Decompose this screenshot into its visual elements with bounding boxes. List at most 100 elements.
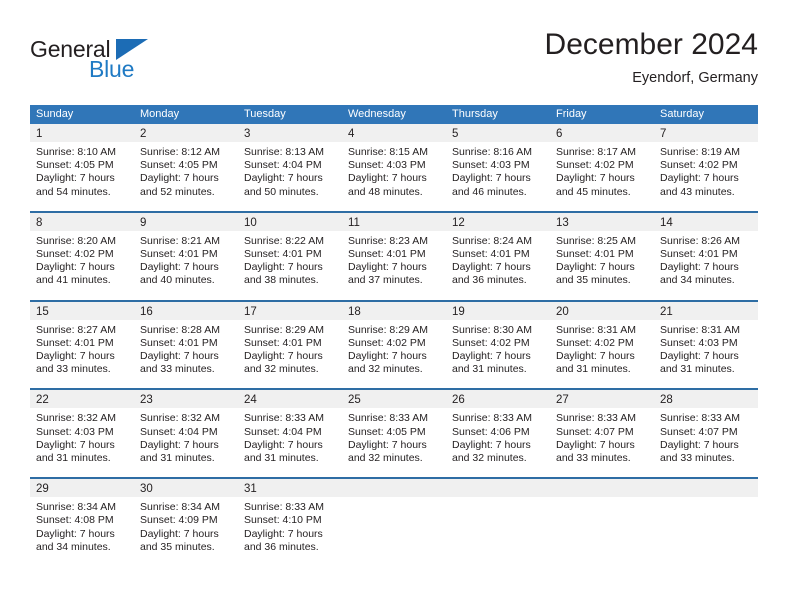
day-cell[interactable]: 5 Sunrise: 8:16 AM Sunset: 4:03 PM Dayli… [446,124,550,199]
day-number: 8 [36,216,43,229]
daylight-text-line2: and 36 minutes. [244,540,319,553]
day-number-band: 31 [238,479,342,498]
daylight-text-line1: Daylight: 7 hours [36,172,115,185]
sunset-text: Sunset: 4:01 PM [244,248,322,261]
daylight-text-line2: and 45 minutes. [556,185,631,198]
day-cell[interactable]: 13 Sunrise: 8:25 AM Sunset: 4:01 PM Dayl… [550,212,654,288]
day-cell[interactable]: 25 Sunrise: 8:33 AM Sunset: 4:05 PM Dayl… [342,390,446,465]
weekday-header-thursday: Thursday [452,108,498,120]
day-number: 18 [348,305,361,318]
day-details: Sunrise: 8:16 AM Sunset: 4:03 PM Dayligh… [446,142,550,199]
sunset-text: Sunset: 4:03 PM [348,159,426,172]
sunset-text: Sunset: 4:04 PM [244,159,322,172]
daylight-text-line1: Daylight: 7 hours [36,261,115,274]
daylight-text-line1: Daylight: 7 hours [556,261,635,274]
sunset-text: Sunset: 4:02 PM [348,336,426,349]
daylight-text-line2: and 34 minutes. [660,274,735,287]
sunrise-text: Sunrise: 8:10 AM [36,146,116,158]
daylight-text-line1: Daylight: 7 hours [244,350,323,363]
day-number-band: 4 [342,124,446,142]
day-cell[interactable]: 31 Sunrise: 8:33 AM Sunset: 4:10 PM Dayl… [238,479,342,554]
daylight-text-line1: Daylight: 7 hours [244,438,323,451]
sunrise-text: Sunrise: 8:33 AM [244,501,324,514]
daylight-text-line2: and 52 minutes. [140,185,215,198]
page-header: General Blue December 2024 Eyendorf, Ger… [30,28,758,100]
day-cell[interactable]: 27 Sunrise: 8:33 AM Sunset: 4:07 PM Dayl… [550,390,654,465]
day-number-band: 14 [654,212,758,231]
day-cell[interactable]: 12 Sunrise: 8:24 AM Sunset: 4:01 PM Dayl… [446,212,550,288]
weekday-header-friday: Friday [556,108,587,120]
day-cell[interactable]: 4 Sunrise: 8:15 AM Sunset: 4:03 PM Dayli… [342,124,446,199]
day-cell[interactable]: 24 Sunrise: 8:33 AM Sunset: 4:04 PM Dayl… [238,390,342,465]
day-number-band: 11 [342,212,446,231]
day-cell[interactable]: 18 Sunrise: 8:29 AM Sunset: 4:02 PM Dayl… [342,301,446,377]
day-number: 5 [452,128,459,140]
daylight-text-line1: Daylight: 7 hours [140,261,219,274]
general-blue-logo[interactable]: General Blue [30,36,250,88]
sunrise-text: Sunrise: 8:31 AM [556,323,636,336]
day-cell[interactable]: 9 Sunrise: 8:21 AM Sunset: 4:01 PM Dayli… [134,212,238,288]
day-number-band: 2 [134,124,238,142]
day-cell[interactable]: 7 Sunrise: 8:19 AM Sunset: 4:02 PM Dayli… [654,124,758,199]
sunset-text: Sunset: 4:03 PM [36,425,114,438]
day-number: 9 [140,216,147,229]
day-cell[interactable]: 11 Sunrise: 8:23 AM Sunset: 4:01 PM Dayl… [342,212,446,288]
daylight-text-line2: and 37 minutes. [348,274,423,287]
day-cell[interactable]: 30 Sunrise: 8:34 AM Sunset: 4:09 PM Dayl… [134,479,238,554]
sunset-text: Sunset: 4:02 PM [660,159,738,172]
week-row: 1 Sunrise: 8:10 AM Sunset: 4:05 PM Dayli… [30,124,758,199]
day-cell[interactable]: 2 Sunrise: 8:12 AM Sunset: 4:05 PM Dayli… [134,124,238,199]
day-number: 31 [244,483,257,496]
day-cell[interactable]: 22 Sunrise: 8:32 AM Sunset: 4:03 PM Dayl… [30,390,134,465]
day-cell[interactable]: 21 Sunrise: 8:31 AM Sunset: 4:03 PM Dayl… [654,301,758,377]
page-subtitle-location: Eyendorf, Germany [632,70,758,86]
day-number-band: 16 [134,301,238,320]
day-cell[interactable]: 6 Sunrise: 8:17 AM Sunset: 4:02 PM Dayli… [550,124,654,199]
day-number-band: 6 [550,124,654,142]
daylight-text-line1: Daylight: 7 hours [660,350,739,363]
day-details: Sunrise: 8:24 AM Sunset: 4:01 PM Dayligh… [446,231,550,288]
day-cell[interactable]: 15 Sunrise: 8:27 AM Sunset: 4:01 PM Dayl… [30,301,134,377]
day-cell[interactable]: 19 Sunrise: 8:30 AM Sunset: 4:02 PM Dayl… [446,301,550,377]
daylight-text-line1: Daylight: 7 hours [140,350,219,363]
day-number-band: 20 [550,301,654,320]
logo-text-blue: Blue [89,56,135,82]
sunrise-text: Sunrise: 8:33 AM [452,412,532,425]
day-cell[interactable]: 8 Sunrise: 8:20 AM Sunset: 4:02 PM Dayli… [30,212,134,288]
day-cell[interactable]: 3 Sunrise: 8:13 AM Sunset: 4:04 PM Dayli… [238,124,342,199]
day-cell[interactable]: 28 Sunrise: 8:33 AM Sunset: 4:07 PM Dayl… [654,390,758,465]
day-number: 15 [36,305,49,318]
day-details [446,497,550,501]
week-cells: 29 Sunrise: 8:34 AM Sunset: 4:08 PM Dayl… [30,479,758,554]
daylight-text-line2: and 46 minutes. [452,185,527,198]
daylight-text-line1: Daylight: 7 hours [140,172,219,185]
day-cell[interactable]: 26 Sunrise: 8:33 AM Sunset: 4:06 PM Dayl… [446,390,550,465]
day-number [654,483,660,495]
day-number-band [550,479,654,498]
day-cell[interactable]: 16 Sunrise: 8:28 AM Sunset: 4:01 PM Dayl… [134,301,238,377]
sunrise-text: Sunrise: 8:25 AM [556,234,636,247]
day-cell[interactable]: 20 Sunrise: 8:31 AM Sunset: 4:02 PM Dayl… [550,301,654,377]
day-number-band: 27 [550,390,654,409]
day-cell[interactable]: 17 Sunrise: 8:29 AM Sunset: 4:01 PM Dayl… [238,301,342,377]
daylight-text-line1: Daylight: 7 hours [452,172,531,185]
day-number-band: 5 [446,124,550,142]
sunset-text: Sunset: 4:03 PM [452,159,530,172]
day-cell[interactable]: 1 Sunrise: 8:10 AM Sunset: 4:05 PM Dayli… [30,124,134,199]
sunrise-text: Sunrise: 8:16 AM [452,146,532,158]
daylight-text-line2: and 31 minutes. [556,363,631,376]
daylight-text-line1: Daylight: 7 hours [556,438,635,451]
day-number: 24 [244,394,257,407]
day-cell[interactable]: 29 Sunrise: 8:34 AM Sunset: 4:08 PM Dayl… [30,479,134,554]
daylight-text-line1: Daylight: 7 hours [452,350,531,363]
daylight-text-line1: Daylight: 7 hours [452,438,531,451]
daylight-text-line2: and 43 minutes. [660,185,735,198]
day-cell[interactable]: 14 Sunrise: 8:26 AM Sunset: 4:01 PM Dayl… [654,212,758,288]
day-number-band: 10 [238,212,342,231]
daylight-text-line2: and 33 minutes. [556,452,631,465]
day-cell[interactable]: 23 Sunrise: 8:32 AM Sunset: 4:04 PM Dayl… [134,390,238,465]
daylight-text-line1: Daylight: 7 hours [348,438,427,451]
day-details: Sunrise: 8:31 AM Sunset: 4:02 PM Dayligh… [550,320,654,377]
day-cell[interactable]: 10 Sunrise: 8:22 AM Sunset: 4:01 PM Dayl… [238,212,342,288]
daylight-text-line1: Daylight: 7 hours [140,527,219,540]
